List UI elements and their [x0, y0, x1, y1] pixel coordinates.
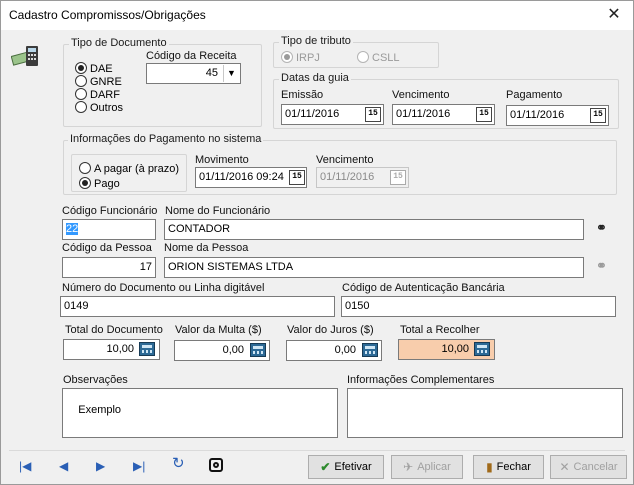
calculator-icon[interactable]	[362, 343, 378, 357]
calendar-icon[interactable]: 15	[390, 170, 406, 185]
divider	[9, 450, 625, 451]
radio-gnre[interactable]: GNRE	[75, 75, 122, 88]
radio-csll[interactable]: CSLL	[357, 51, 400, 64]
close-icon[interactable]: ✕	[603, 5, 625, 25]
codigo-funcionario-label: Código Funcionário	[62, 205, 158, 217]
calendar-icon[interactable]: 15	[365, 107, 381, 122]
info-complementares-textarea[interactable]	[347, 388, 623, 438]
cancel-x-icon: ✕	[559, 460, 570, 474]
radio-irpj[interactable]: IRPJ	[281, 51, 320, 64]
radio-dot	[281, 51, 293, 63]
autenticacao-label: Código de Autenticação Bancária	[342, 282, 505, 294]
codigo-receita-label: Código da Receita	[146, 50, 237, 62]
calculator-icon[interactable]	[474, 342, 490, 356]
radio-dot	[75, 62, 87, 74]
calculator-money-icon	[10, 43, 41, 69]
door-exit-icon: ▮	[486, 460, 493, 474]
total-documento-label: Total do Documento	[65, 324, 163, 336]
first-record-icon[interactable]: |◀	[19, 459, 31, 473]
calendar-icon[interactable]: 15	[289, 170, 305, 185]
codigo-pessoa-field[interactable]: 17	[62, 257, 156, 278]
nome-funcionario-field[interactable]: CONTADOR	[164, 219, 584, 240]
calendar-icon[interactable]: 15	[476, 107, 492, 122]
numero-documento-field[interactable]: 0149	[60, 296, 335, 317]
window-title: Cadastro Compromissos/Obrigações	[9, 8, 206, 22]
chevron-down-icon[interactable]: ▼	[223, 65, 239, 82]
pagamento-sistema-label: Informações do Pagamento no sistema	[68, 133, 264, 145]
radio-darf[interactable]: DARF	[75, 88, 120, 101]
previous-record-icon[interactable]: ◀	[59, 459, 68, 473]
datas-guia-label: Datas da guia	[279, 72, 351, 84]
codigo-pessoa-label: Código da Pessoa	[62, 242, 152, 254]
binoculars-icon[interactable]: ⚭	[596, 258, 607, 274]
nome-funcionario-label: Nome do Funcionário	[165, 205, 271, 217]
pagamento-label: Pagamento	[506, 89, 563, 101]
camera-icon[interactable]	[209, 458, 223, 472]
radio-dot	[79, 177, 91, 189]
refresh-icon[interactable]: ↻	[172, 456, 185, 471]
title-bar: Cadastro Compromissos/Obrigações ✕	[1, 1, 633, 30]
info-complementares-label: Informações Complementares	[347, 374, 495, 386]
calculator-icon[interactable]	[139, 342, 155, 356]
radio-dae[interactable]: DAE	[75, 62, 113, 75]
codigo-funcionario-field[interactable]: 22	[62, 219, 156, 240]
vencimento-label: Vencimento	[392, 89, 450, 101]
radio-outros[interactable]: Outros	[75, 101, 123, 114]
total-recolher-label: Total a Recolher	[400, 324, 480, 336]
autenticacao-field[interactable]: 0150	[341, 296, 616, 317]
camera-lens	[213, 462, 219, 468]
multa-label: Valor da Multa ($)	[175, 324, 262, 336]
radio-dot	[357, 51, 369, 63]
next-record-icon[interactable]: ▶	[96, 459, 105, 473]
observacoes-label: Observações	[63, 374, 128, 386]
dialog-window: Cadastro Compromissos/Obrigações ✕ Tipo …	[0, 0, 634, 485]
tipo-documento-label: Tipo de Documento	[69, 37, 169, 49]
radio-a-pagar[interactable]: A pagar (à prazo)	[79, 162, 179, 175]
binoculars-icon[interactable]: ⚭	[596, 220, 607, 236]
vencimento-sistema-label: Vencimento	[316, 154, 374, 166]
cancelar-button[interactable]: ✕ Cancelar	[550, 455, 627, 479]
radio-dot	[79, 162, 91, 174]
observacoes-textarea[interactable]: Exemplo	[62, 388, 338, 438]
tipo-tributo-label: Tipo de tributo	[279, 35, 353, 47]
nome-pessoa-field[interactable]: ORION SISTEMAS LTDA	[164, 257, 584, 278]
radio-dot	[75, 75, 87, 87]
efetivar-button[interactable]: ✔ Efetivar	[308, 455, 384, 479]
aplicar-button[interactable]: ✈ Aplicar	[391, 455, 463, 479]
movimento-label: Movimento	[195, 154, 249, 166]
juros-label: Valor do Juros ($)	[287, 324, 374, 336]
radio-dot	[75, 101, 87, 113]
last-record-icon[interactable]: ▶|	[133, 459, 145, 473]
codigo-receita-combo[interactable]: 45 ▼	[146, 63, 241, 84]
nome-pessoa-label: Nome da Pessoa	[164, 242, 249, 254]
calendar-icon[interactable]: 15	[590, 108, 606, 123]
emissao-label: Emissão	[281, 89, 324, 101]
calculator-icon[interactable]	[250, 343, 266, 357]
check-money-icon: ✔	[320, 460, 331, 474]
apply-icon: ✈	[403, 460, 414, 474]
fechar-button[interactable]: ▮ Fechar	[473, 455, 544, 479]
radio-pago[interactable]: Pago	[79, 177, 120, 190]
radio-dot	[75, 88, 87, 100]
numero-documento-label: Número do Documento ou Linha digitável	[62, 282, 265, 294]
